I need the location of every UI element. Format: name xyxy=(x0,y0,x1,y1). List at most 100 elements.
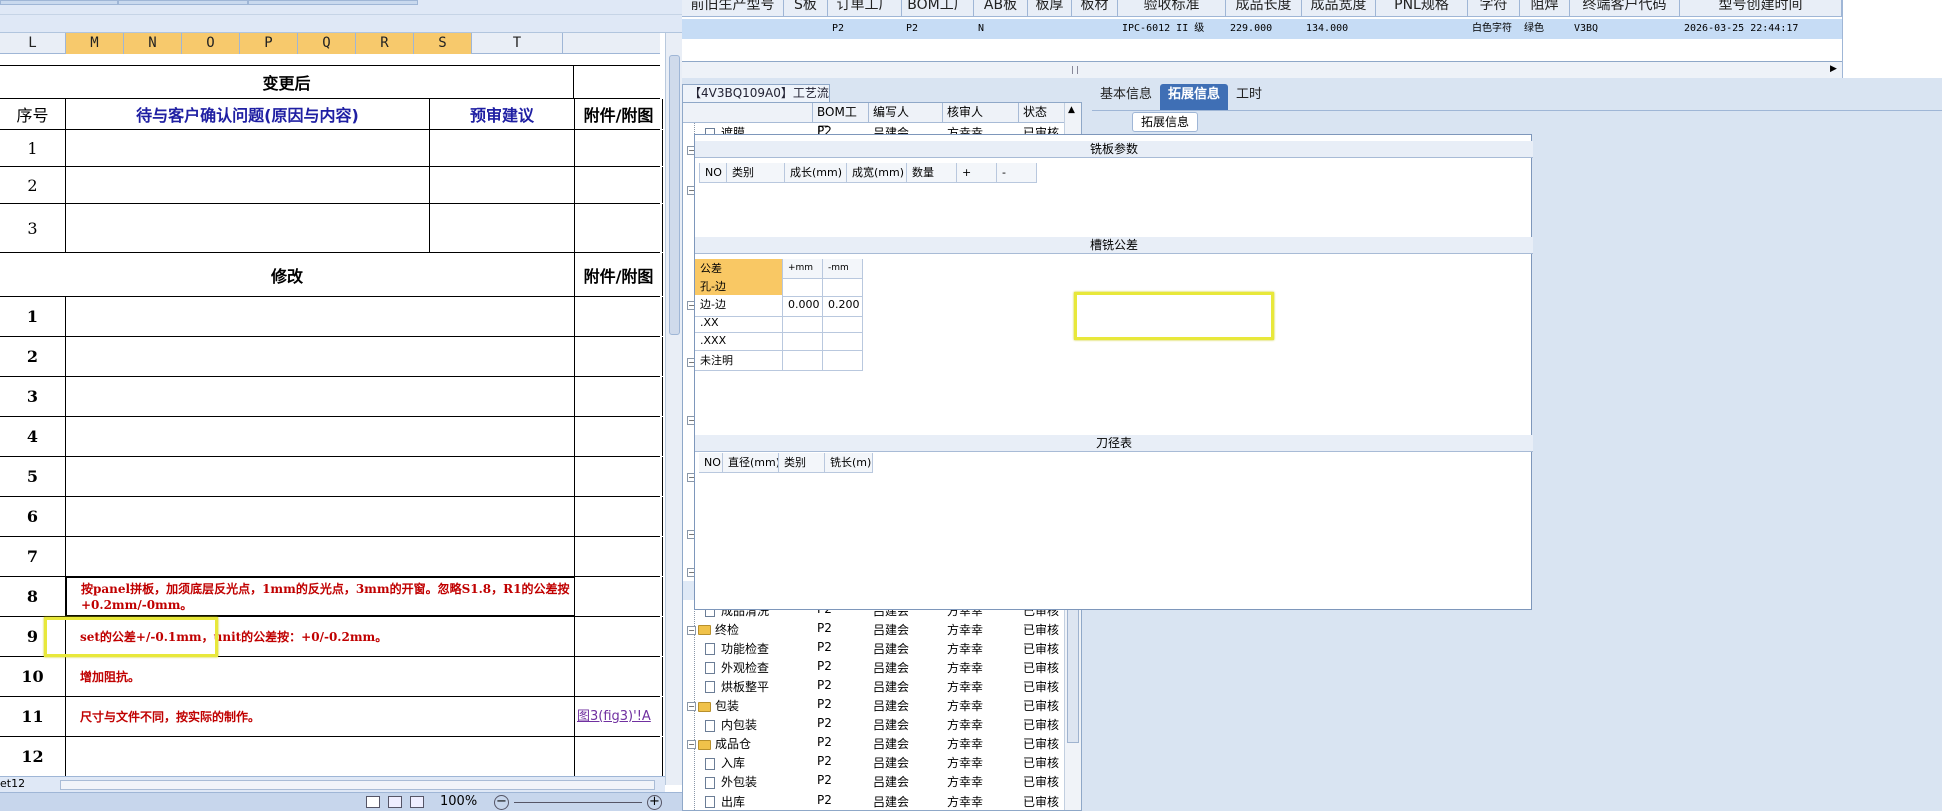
modify-text-cell[interactable]: 尺寸与文件不同，按实际的制作。 xyxy=(66,697,575,736)
pending-row[interactable]: 3 xyxy=(0,204,663,253)
modify-row[interactable]: 8 按panel拼板，加须底层反光点，1mm的反光点，3mm的开窗。忽略S1.8，… xyxy=(0,577,663,617)
modify-attach-cell[interactable] xyxy=(575,657,663,696)
pending-suggest-cell[interactable] xyxy=(430,204,575,252)
excel-vertical-scrollbar[interactable] xyxy=(665,33,682,785)
order-cell[interactable]: V3BQ xyxy=(1570,19,1680,39)
process-row[interactable]: − 成品仓 P2 吕建会 方幸幸 已审核 xyxy=(683,734,1065,753)
pending-attach-cell[interactable] xyxy=(575,167,663,203)
pending-row[interactable]: 1 xyxy=(0,130,663,167)
modify-text-cell[interactable] xyxy=(66,497,575,536)
tab-basic-info[interactable]: 基本信息 xyxy=(1092,84,1160,110)
mill-col-header[interactable]: + xyxy=(957,163,997,183)
process-row[interactable]: − 包装 P2 吕建会 方幸幸 已审核 xyxy=(683,696,1065,715)
cutter-col-header[interactable]: 直径(mm) xyxy=(723,453,779,473)
order-grid[interactable]: 前旧生产型号 S板 订单工厂 BOM工厂 AB板 板厚 板材 验收标准 成品长度 成品宽度 PNL规… xyxy=(682,0,1842,62)
sheet-tab[interactable]: et12 xyxy=(0,777,25,791)
process-row[interactable]: 出库 P2 吕建会 方幸幸 已审核 xyxy=(683,792,1065,811)
mill-col-header[interactable]: 类别 xyxy=(727,163,785,183)
detail-tabs[interactable]: 基本信息 拓展信息 工时 xyxy=(1092,84,1942,110)
column-header-r[interactable]: R xyxy=(356,33,414,54)
process-flow-tab[interactable]: 【4V3BQ109A0】工艺流程 xyxy=(682,84,830,117)
order-cell[interactable] xyxy=(1028,19,1072,39)
modify-text-cell[interactable] xyxy=(66,337,575,376)
pending-issue-cell[interactable] xyxy=(66,130,430,166)
pending-header-row[interactable]: 序号 待与客户确认问题(原因与内容) 预审建议 附件/附图 xyxy=(0,99,663,130)
zoom-slider[interactable] xyxy=(514,802,642,803)
process-row[interactable]: 内包装 P2 吕建会 方幸幸 已审核 xyxy=(683,715,1065,734)
pending-suggest-cell[interactable] xyxy=(430,167,575,203)
modify-row[interactable]: 11 尺寸与文件不同，按实际的制作。 图3(fig3)'!A xyxy=(0,697,663,737)
pending-issue-cell[interactable] xyxy=(66,167,430,203)
modify-text-cell[interactable] xyxy=(66,457,575,496)
hscroll-track[interactable] xyxy=(60,780,655,790)
column-header-n[interactable]: N xyxy=(124,33,182,54)
zoom-in-icon[interactable]: + xyxy=(647,795,662,810)
sheet-tab-bar[interactable]: et12 xyxy=(0,776,665,792)
order-cell[interactable]: 绿色 xyxy=(1520,19,1570,39)
modify-attach-cell[interactable] xyxy=(575,457,663,496)
view-layout-icon[interactable] xyxy=(388,796,402,808)
cutter-col-header[interactable]: NO xyxy=(699,453,723,473)
tolerance-minus-cell[interactable] xyxy=(823,331,863,351)
tree-expand-icon[interactable]: − xyxy=(687,625,696,635)
modify-text-cell[interactable] xyxy=(66,537,575,576)
pending-attach-cell[interactable] xyxy=(575,130,663,166)
order-cell[interactable]: IPC-6012 II 级 xyxy=(1118,19,1226,39)
tolerance-plus-cell[interactable] xyxy=(783,351,823,371)
process-row[interactable]: 功能检查 P2 吕建会 方幸幸 已审核 xyxy=(683,639,1065,658)
order-cell[interactable]: 229.000 xyxy=(1226,19,1302,39)
modify-attach-cell[interactable] xyxy=(575,537,663,576)
modify-attach-cell[interactable] xyxy=(575,577,663,616)
modify-title-row[interactable]: 修改 附件/附图 xyxy=(0,253,663,297)
order-cell[interactable]: 2026-03-25 22:44:17 xyxy=(1680,19,1842,39)
pending-suggest-cell[interactable] xyxy=(430,130,575,166)
order-cell[interactable] xyxy=(1072,19,1118,39)
pending-attach-cell[interactable] xyxy=(575,204,663,252)
modify-text-cell[interactable] xyxy=(66,297,575,336)
cutter-col-header[interactable]: 类别 xyxy=(779,453,825,473)
column-header-p[interactable]: P xyxy=(240,33,298,54)
modify-text-cell[interactable] xyxy=(66,737,575,776)
order-cell[interactable]: 白色字符 xyxy=(1468,19,1520,39)
modify-attach-cell[interactable] xyxy=(575,417,663,456)
tolerance-minus-cell[interactable] xyxy=(823,351,863,371)
modify-attach-cell[interactable] xyxy=(575,737,663,776)
modify-attach-cell[interactable] xyxy=(575,337,663,376)
modify-row[interactable]: 4 xyxy=(0,417,663,457)
after-change-row[interactable]: 变更后 xyxy=(0,65,660,99)
process-row[interactable]: 烘板整平 P2 吕建会 方幸幸 已审核 xyxy=(683,677,1065,696)
order-cell[interactable] xyxy=(682,19,784,39)
mill-col-header[interactable]: 成长(mm) xyxy=(785,163,847,183)
modify-row[interactable]: 3 xyxy=(0,377,663,417)
column-header-m[interactable]: M xyxy=(66,33,124,54)
modify-row[interactable]: 10 增加阻抗。 xyxy=(0,657,663,697)
order-grid-hscroll[interactable]: ▶ xyxy=(682,62,1842,78)
order-cell[interactable] xyxy=(1376,19,1468,39)
column-header-bar[interactable]: LMNOPQRST xyxy=(0,33,660,54)
pending-issue-cell[interactable] xyxy=(66,204,430,252)
tolerance-plus-cell[interactable] xyxy=(783,313,823,333)
modify-attach-cell[interactable] xyxy=(575,297,663,336)
modify-attach-cell[interactable] xyxy=(575,497,663,536)
modify-text-cell[interactable] xyxy=(66,377,575,416)
cutter-col-header[interactable]: 铣长(m) xyxy=(825,453,873,473)
modify-text-cell[interactable]: 按panel拼板，加须底层反光点，1mm的反光点，3mm的开窗。忽略S1.8，R… xyxy=(66,577,575,616)
column-header-o[interactable]: O xyxy=(182,33,240,54)
modify-row[interactable]: 2 xyxy=(0,337,663,377)
view-normal-icon[interactable] xyxy=(366,796,380,808)
scroll-up-arrow-icon[interactable]: ▲ xyxy=(1068,105,1075,115)
order-cell[interactable] xyxy=(784,19,828,39)
tab-extended-info[interactable]: 拓展信息 xyxy=(1160,84,1229,110)
pending-row[interactable]: 2 xyxy=(0,167,663,204)
modify-row[interactable]: 12 xyxy=(0,737,663,777)
tolerance-minus-cell[interactable] xyxy=(823,277,863,297)
column-header-t[interactable]: T xyxy=(472,33,563,54)
modify-attach-cell[interactable] xyxy=(575,617,663,656)
column-header-l[interactable]: L xyxy=(0,33,66,54)
modify-row[interactable]: 6 xyxy=(0,497,663,537)
tolerance-plus-cell[interactable] xyxy=(783,331,823,351)
modify-attach-cell[interactable]: 图3(fig3)'!A xyxy=(575,697,663,736)
process-row[interactable]: 外包装 P2 吕建会 方幸幸 已审核 xyxy=(683,772,1065,791)
modify-text-cell[interactable] xyxy=(66,417,575,456)
modify-attach-cell[interactable] xyxy=(575,377,663,416)
